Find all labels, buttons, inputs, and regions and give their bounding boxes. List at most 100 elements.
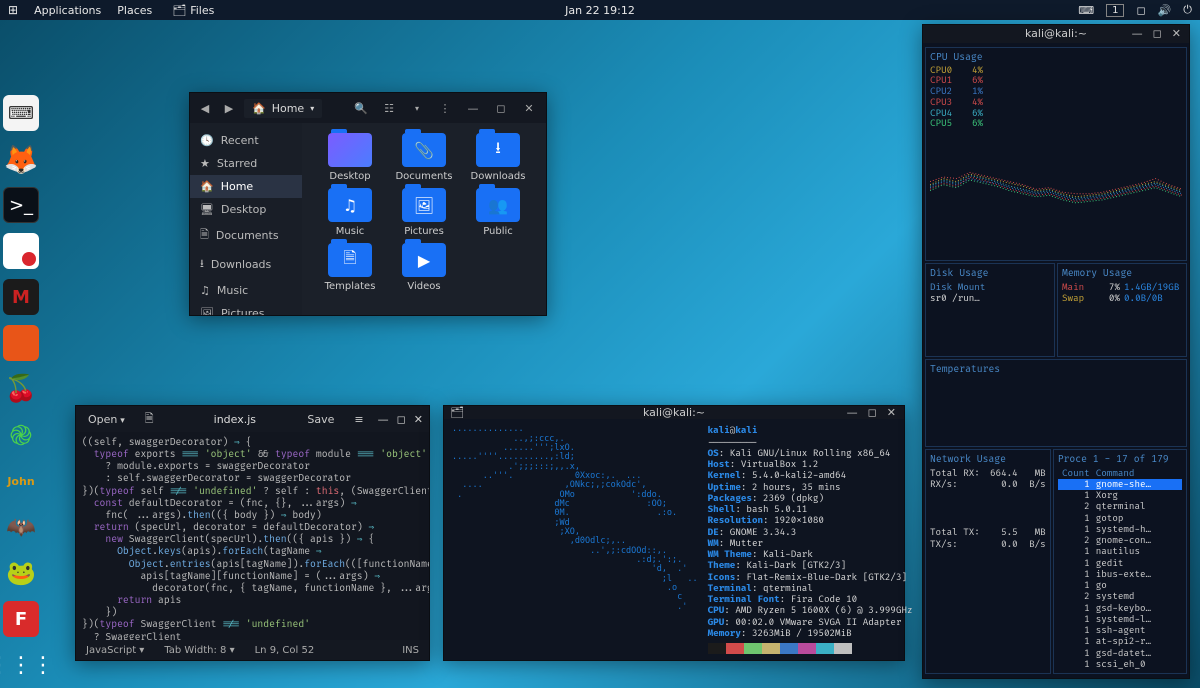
disk-pane: Disk Usage Disk Mount sr0 /run… — [925, 263, 1055, 357]
status-lang[interactable]: JavaScript ▾ — [86, 645, 144, 656]
proc-row[interactable]: 1go — [1058, 580, 1182, 591]
search-icon[interactable]: 🔍 — [350, 97, 372, 119]
dock-burp[interactable] — [3, 325, 39, 361]
folder-label: Music — [336, 226, 364, 237]
minimize-button[interactable]: — — [462, 97, 484, 119]
proc-row[interactable]: 1ibus-exte… — [1058, 569, 1182, 580]
folder-public[interactable]: 👥Public — [464, 188, 532, 237]
editor-close-button[interactable]: ✕ — [414, 413, 423, 426]
term-close-button[interactable]: ✕ — [887, 406, 896, 419]
downloads-icon: ⭳ — [200, 255, 204, 274]
dock-show-apps[interactable]: ⋮⋮⋮ — [3, 647, 39, 683]
menu-files[interactable]: 🗂 Files — [172, 4, 214, 17]
dock-asset[interactable]: ֎ — [3, 417, 39, 453]
sidebar-item-desktop[interactable]: 🖥Desktop — [190, 198, 302, 221]
proc-row[interactable]: 1gnome-she… — [1058, 479, 1182, 490]
editor-maximize-button[interactable]: ◻ — [397, 413, 406, 426]
dock-cherrytree[interactable]: 🍒 — [3, 371, 39, 407]
terminal-icon: >_ — [9, 195, 33, 216]
folder-music[interactable]: ♫Music — [316, 188, 384, 237]
dock-document[interactable] — [3, 233, 39, 269]
sidebar-item-starred[interactable]: ★Starred — [190, 152, 302, 175]
dock-metasploit[interactable]: M — [3, 279, 39, 315]
proc-row[interactable]: 1gsd-keybo… — [1058, 603, 1182, 614]
menu-places[interactable]: Places — [117, 4, 152, 17]
documents-icon: 🗎 — [200, 226, 209, 245]
folder-desktop[interactable]: Desktop — [316, 133, 384, 182]
sidebar-item-pictures[interactable]: 🖼Pictures — [190, 302, 302, 315]
sidebar-item-downloads[interactable]: ⭳Downloads — [190, 250, 302, 279]
dock-john[interactable]: John — [3, 463, 39, 499]
sidebar-item-home[interactable]: 🏠Home — [190, 175, 302, 198]
term-minimize-button[interactable]: — — [847, 406, 858, 419]
term-maximize-button[interactable]: ◻ — [868, 406, 877, 419]
editor-body[interactable]: ((self, swaggerDecorator) ⇒ { typeof exp… — [76, 432, 429, 640]
volume-icon[interactable]: 🔊 — [1158, 4, 1172, 17]
dock-faraday[interactable]: F — [3, 601, 39, 637]
proc-row[interactable]: 1gedit — [1058, 558, 1182, 569]
mon-minimize-button[interactable]: — — [1132, 27, 1143, 40]
folder-templates[interactable]: 🗎Templates — [316, 243, 384, 292]
proc-row[interactable]: 1ssh-agent — [1058, 625, 1182, 636]
save-button[interactable]: Save — [301, 411, 340, 428]
path-bar[interactable]: 🏠 Home ▾ — [244, 99, 322, 118]
sidebar-item-documents[interactable]: 🗎Documents — [190, 221, 302, 250]
dock-keyboard[interactable]: ⌨ — [3, 95, 39, 131]
activities-icon[interactable]: ⊞ — [8, 3, 18, 17]
dock-recon[interactable]: 🦇 — [3, 509, 39, 545]
proc-row[interactable]: 1nautilus — [1058, 546, 1182, 557]
status-tabwidth[interactable]: Tab Width: 8 ▾ — [164, 645, 234, 656]
dock-frog[interactable]: 🐸 — [3, 555, 39, 591]
close-button[interactable]: ✕ — [518, 97, 540, 119]
dock-firefox[interactable]: 🦊 — [3, 141, 39, 177]
window-icon[interactable]: ◻ — [1136, 4, 1145, 17]
folder-icon: 👥 — [476, 188, 520, 222]
folder-videos[interactable]: ▶Videos — [390, 243, 458, 292]
folder-documents[interactable]: 📎Documents — [390, 133, 458, 182]
power-icon[interactable]: ⏻ — [1183, 3, 1192, 17]
proc-row[interactable]: 1systemd-l… — [1058, 614, 1182, 625]
cpu-legend: CPU Usage — [930, 51, 1182, 63]
proc-row[interactable]: 1at-spi2-r… — [1058, 636, 1182, 647]
open-button[interactable]: Open — [82, 411, 131, 428]
keyboard-indicator-icon[interactable]: ⌨ — [1078, 4, 1094, 17]
proc-row[interactable]: 1gotop — [1058, 513, 1182, 524]
view-options-icon[interactable]: ▾ — [406, 97, 428, 119]
maximize-button[interactable]: ◻ — [490, 97, 512, 119]
john-icon: John — [7, 475, 34, 488]
proc-row[interactable]: 2qterminal — [1058, 501, 1182, 512]
m-icon: M — [12, 287, 30, 308]
folder-label: Templates — [325, 281, 376, 292]
proc-row[interactable]: 2systemd — [1058, 591, 1182, 602]
proc-row[interactable]: 1Xorg — [1058, 490, 1182, 501]
status-position: Ln 9, Col 52 — [255, 645, 315, 656]
mon-maximize-button[interactable]: ◻ — [1153, 27, 1162, 40]
panel-datetime[interactable]: Jan 22 19:12 — [565, 4, 635, 17]
proc-row[interactable]: 2gnome-con… — [1058, 535, 1182, 546]
nav-back-button[interactable]: ◀ — [196, 99, 214, 117]
disk-header: Disk Mount — [930, 282, 1050, 293]
hamburger-icon[interactable]: ⋮ — [434, 97, 456, 119]
proc-row[interactable]: 1systemd-h… — [1058, 524, 1182, 535]
folder-downloads[interactable]: ⭳Downloads — [464, 133, 532, 182]
mon-close-button[interactable]: ✕ — [1172, 27, 1181, 40]
view-toggle-icon[interactable]: ☷ — [378, 97, 400, 119]
process-legend: Proce 1 - 17 of 179 — [1058, 453, 1182, 465]
proc-row[interactable]: 1gsd-datet… — [1058, 648, 1182, 659]
terminal-menu-icon[interactable]: 🗂 — [444, 406, 464, 419]
dock-terminal[interactable]: >_ — [3, 187, 39, 223]
proc-row[interactable]: 1scsi_eh_0 — [1058, 659, 1182, 670]
sidebar-item-music[interactable]: ♫Music — [190, 279, 302, 302]
sidebar-item-recent[interactable]: 🕓Recent — [190, 129, 302, 152]
nav-forward-button[interactable]: ▶ — [220, 99, 238, 117]
workspace-indicator[interactable]: 1 — [1106, 4, 1124, 17]
folder-pictures[interactable]: 🖼Pictures — [390, 188, 458, 237]
menu-applications[interactable]: Applications — [34, 4, 101, 17]
terminal-window: 🗂 kali@kali:~ — ◻ ✕ .............. ..,;:… — [443, 405, 905, 661]
terminal-body[interactable]: .............. ..,;:ccc,. ......''';lxO.… — [444, 419, 904, 660]
new-button[interactable]: 🗎 — [139, 408, 160, 431]
monitor-window: kali@kali:~ — ◻ ✕ CPU Usage CPU04%CPU16%… — [922, 24, 1190, 679]
editor-minimize-button[interactable]: — — [378, 413, 389, 426]
dock: ⌨ 🦊 >_ M 🍒 ֎ John 🦇 🐸 F ⋮⋮⋮ — [3, 95, 39, 683]
editor-menu-icon[interactable]: ≡ — [348, 411, 369, 428]
